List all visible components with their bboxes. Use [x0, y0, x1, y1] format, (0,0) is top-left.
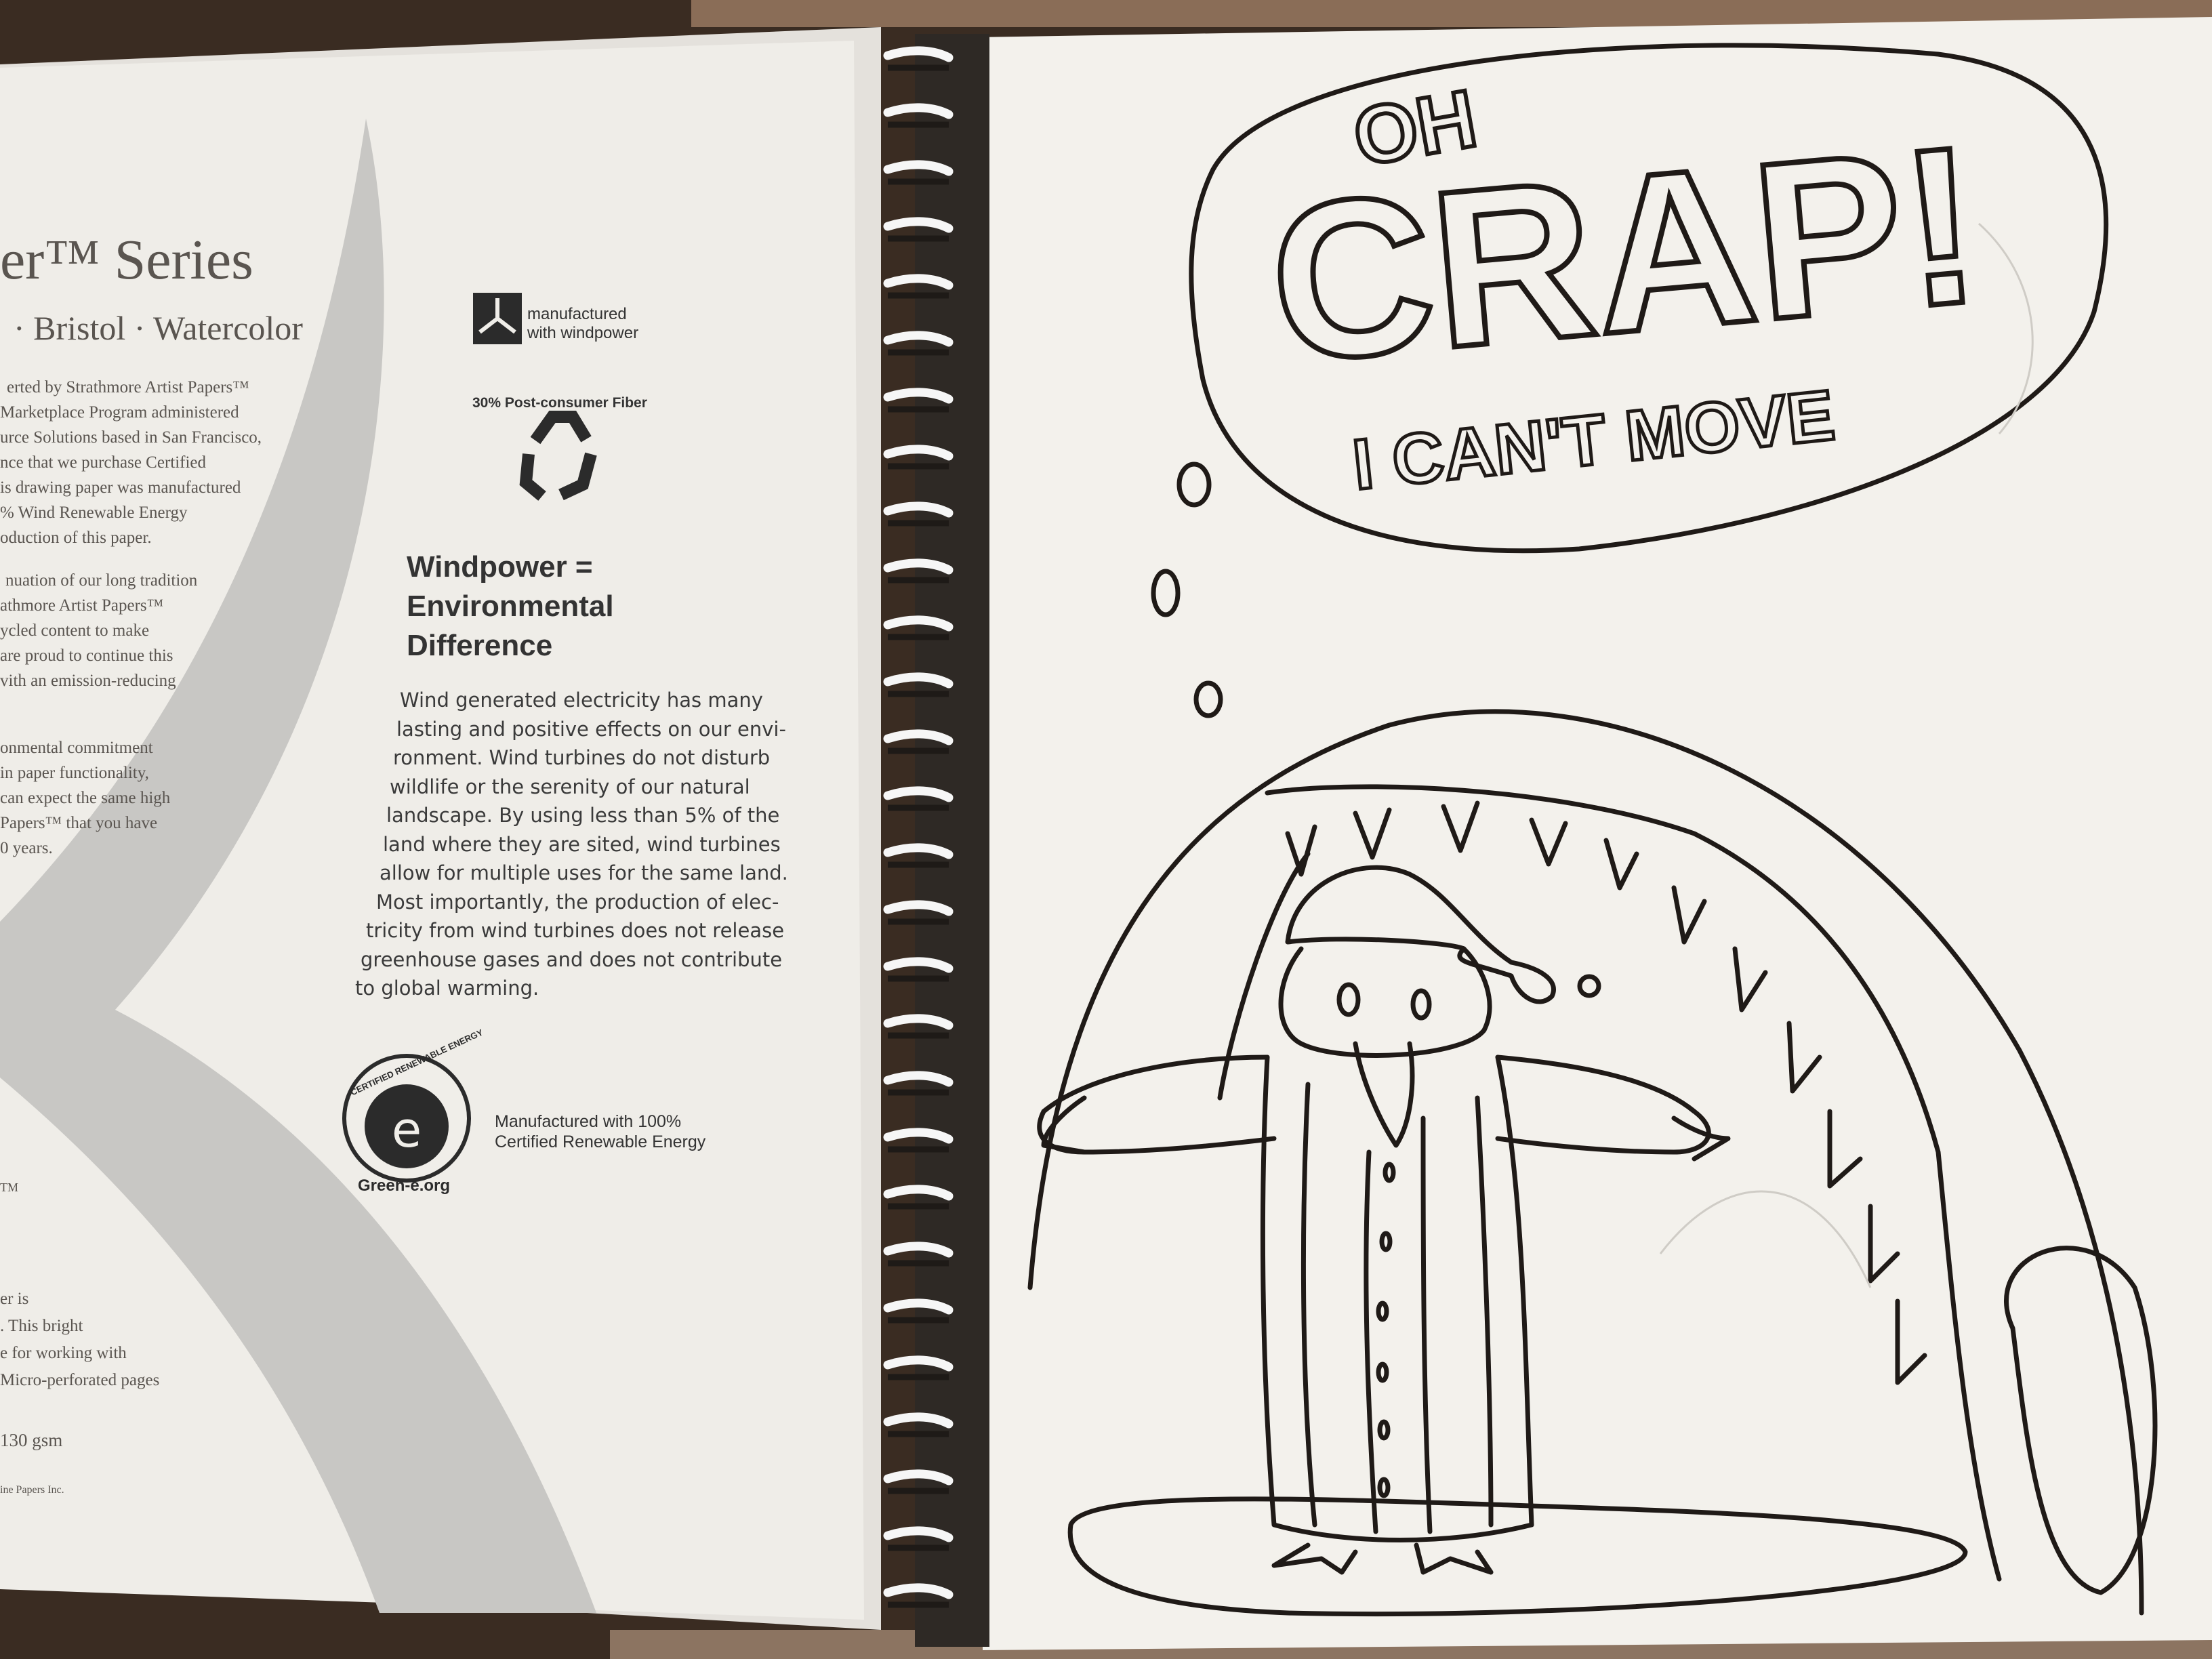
text-line: vith an emission-reducing — [0, 672, 176, 690]
text-line: % Wind Renewable Energy — [0, 504, 188, 522]
green-e-seal-icon: e — [342, 1054, 471, 1183]
green-e-url: Green-e.org — [358, 1176, 451, 1195]
left-paragraph-2: nuation of our long tradition athmore Ar… — [0, 568, 197, 693]
drawing-text-crap: CRAP! — [1258, 96, 1991, 412]
text-line: nce that we purchase Certified — [0, 453, 207, 472]
left-paragraph-3: onmental commitment in paper functionali… — [0, 735, 170, 861]
text-line: wildlife or the serenity of our natural — [390, 775, 750, 798]
text-line: with windpower — [527, 324, 639, 342]
text-line: . This bright — [0, 1317, 83, 1335]
text-line: oduction of this paper. — [0, 529, 152, 547]
tm-mark: TM — [0, 1181, 18, 1194]
svg-text:e: e — [392, 1101, 422, 1158]
text-line: to global warming. — [355, 977, 539, 1000]
text-line: tricity from wind turbines does not rele… — [366, 919, 785, 942]
green-e-label: Manufactured with 100% Certified Renewab… — [495, 1111, 705, 1152]
text-line: Most importantly, the production of elec… — [376, 890, 779, 914]
left-paragraph-4: er is . This bright e for working with M… — [0, 1286, 159, 1394]
recycled-label: 30% Post-consumer Fiber — [472, 395, 647, 411]
text-line: e for working with — [0, 1344, 127, 1362]
text-line: lasting and positive effects on our envi… — [396, 717, 786, 741]
series-subtitle: · Bristol · Watercolor — [14, 309, 303, 347]
series-title: er™ Series — [0, 228, 253, 291]
text-line: allow for multiple uses for the same lan… — [380, 861, 788, 884]
windpower-logo-icon — [473, 293, 522, 344]
text-line: in paper functionality, — [0, 764, 149, 782]
windpower-body: Wind generated electricity has many last… — [352, 686, 788, 1003]
text-line: Difference — [407, 629, 553, 662]
paper-weight: 130 gsm — [0, 1430, 63, 1450]
left-paragraph-1: erted by Strathmore Artist Papers™ Marke… — [0, 375, 262, 550]
text-line: Micro-perforated pages — [0, 1371, 160, 1389]
text-line: Certified Renewable Energy — [495, 1132, 706, 1151]
text-line: manufactured — [527, 305, 627, 323]
text-line: Environmental — [407, 590, 614, 623]
windpower-headline: Windpower = Environmental Difference — [407, 548, 614, 665]
text-line: onmental commitment — [0, 739, 153, 757]
text-line: Wind generated electricity has many — [400, 689, 763, 712]
text-line: ronment. Wind turbines do not disturb — [393, 746, 771, 769]
text-line: Manufactured with 100% — [495, 1112, 682, 1131]
text-line: are proud to continue this — [0, 647, 173, 665]
text-line: land where they are sited, wind turbines — [383, 832, 781, 856]
copyright-note: ine Papers Inc. — [0, 1484, 64, 1496]
text-line: landscape. By using less than 5% of the — [386, 804, 780, 827]
windpower-logo-label: manufactured with windpower — [527, 305, 638, 343]
text-line: er is — [0, 1290, 29, 1308]
text-line: Marketplace Program administered — [0, 403, 239, 422]
text-line: urce Solutions based in San Francisco, — [0, 428, 262, 447]
text-line: nuation of our long tradition — [5, 571, 198, 590]
text-line: athmore Artist Papers™ — [0, 596, 164, 615]
text-line: greenhouse gases and does not contribute — [361, 947, 783, 971]
text-line: is drawing paper was manufactured — [0, 478, 241, 497]
text-line: 0 years. — [0, 839, 53, 857]
text-line: can expect the same high — [0, 789, 171, 807]
text-line: erted by Strathmore Artist Papers™ — [7, 378, 249, 396]
text-line: ycled content to make — [0, 621, 150, 640]
text-line: Windpower = — [407, 550, 593, 583]
text-line: Papers™ that you have — [0, 814, 158, 832]
